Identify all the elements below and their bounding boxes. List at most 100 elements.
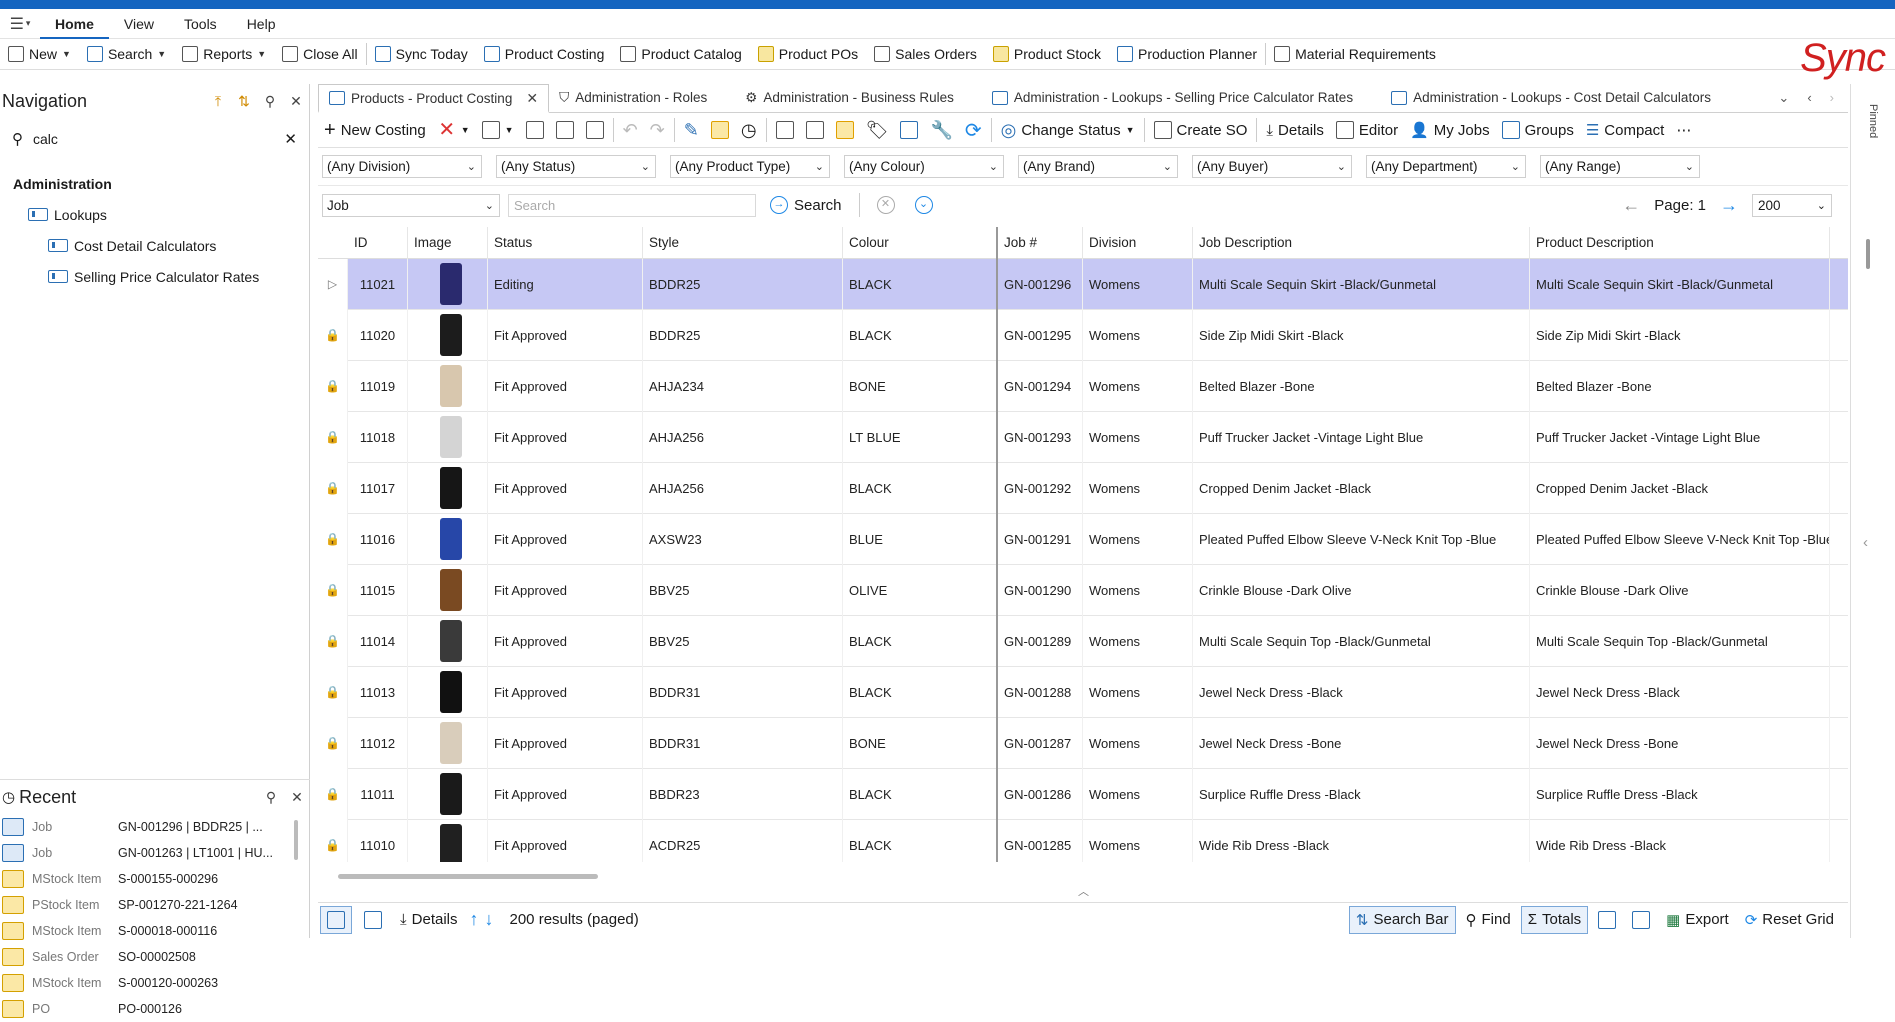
chevron-left-icon[interactable]: ‹ <box>1863 534 1868 551</box>
table-row[interactable]: 🔒 11020 Fit Approved BDDR25 BLACK GN-001295 Wo… <box>318 309 1848 361</box>
table-row[interactable]: 🔒 11014 Fit Approved BBV25 BLACK GN-001289 Wom… <box>318 615 1848 667</box>
table-row[interactable]: 🔒 11018 Fit Approved AHJA256 LT BLUE GN-00129… <box>318 411 1848 463</box>
tree-item-administration[interactable]: Administration <box>0 168 309 199</box>
reports-button[interactable]: Reports ▼ <box>174 39 274 70</box>
chevron-left-icon[interactable]: ‹ <box>1807 90 1811 106</box>
column-header[interactable]: Status <box>488 227 643 259</box>
expand-search-button[interactable]: ⌄ <box>909 196 939 214</box>
product-costing-button[interactable]: Product Costing <box>476 39 613 70</box>
arrow-up-icon[interactable]: ↑ <box>470 909 479 930</box>
recent-scrollbar[interactable] <box>294 820 298 860</box>
column-header[interactable]: Job Description <box>1193 227 1530 259</box>
tag-button[interactable]: 🏷 <box>860 113 895 148</box>
close-icon[interactable]: ✕ <box>284 789 310 806</box>
document-button[interactable] <box>800 113 830 148</box>
status-details-button[interactable]: ⤓ Details <box>394 906 464 934</box>
column-header[interactable]: Job # <box>998 227 1083 259</box>
app-menu-button[interactable]: ☰ ▾ <box>0 14 40 34</box>
my-jobs-button[interactable]: 👤 My Jobs <box>1404 113 1496 148</box>
search-button[interactable]: Search ▼ <box>79 39 174 70</box>
column-header[interactable]: Division <box>1083 227 1193 259</box>
more-button[interactable]: ⋯ <box>1670 113 1697 148</box>
tree-item-lookups[interactable]: Lookups <box>0 199 309 230</box>
menu-home[interactable]: Home <box>40 9 109 39</box>
column-header[interactable]: ID <box>348 227 408 259</box>
arrow-down-icon[interactable]: ↓ <box>485 909 494 930</box>
menu-tools[interactable]: Tools <box>169 9 232 39</box>
search-bar-button[interactable]: ⇅ Search Bar <box>1348 905 1456 934</box>
export-button[interactable]: ▦ Export <box>1660 906 1735 934</box>
pin-icon[interactable]: ⚲ <box>257 93 283 110</box>
pinned-panel-tab[interactable]: Pinned <box>1867 104 1879 138</box>
change-status-button[interactable]: ◎ Change Status ▼ <box>995 113 1141 148</box>
details-button[interactable]: ⤓ Details <box>1260 113 1330 148</box>
clear-search-icon[interactable]: ✕ <box>284 130 297 148</box>
grid-horizontal-scrollbar[interactable] <box>338 874 598 879</box>
close-icon[interactable]: ✕ <box>283 93 309 110</box>
tab-business-rules[interactable]: ⚙ Administration - Business Rules <box>717 83 964 112</box>
collapse-detail-icon[interactable]: ︿ <box>1078 883 1089 899</box>
clear-search-button[interactable]: ✕ <box>871 196 901 214</box>
totals-button[interactable]: Σ Totals <box>1520 905 1589 934</box>
column-header[interactable]: Image <box>408 227 488 259</box>
material-requirements-button[interactable]: Material Requirements <box>1266 39 1444 70</box>
table-row[interactable]: 🔒 11017 Fit Approved AHJA256 BLACK GN-001292 W… <box>318 462 1848 514</box>
table-row[interactable]: 🔒 11013 Fit Approved BDDR31 BLACK GN-001288 Wo… <box>318 666 1848 718</box>
next-page-icon[interactable]: → <box>1720 195 1738 216</box>
table-row[interactable]: 🔒 11019 Fit Approved AHJA234 BONE GN-001294 Wo… <box>318 360 1848 412</box>
previous-page-icon[interactable]: ← <box>1622 195 1640 216</box>
row-expand-icon[interactable]: ▷ <box>318 258 348 310</box>
new-costing-button[interactable]: + New Costing <box>318 113 432 148</box>
column-header[interactable]: Colour <box>843 227 998 259</box>
copy-dropdown-button[interactable]: ▼ <box>476 113 520 148</box>
tab-roles[interactable]: ⛉ Administration - Roles <box>549 83 717 112</box>
print-button[interactable] <box>580 113 610 148</box>
recent-item[interactable]: Sales Order SO-00002508 <box>0 944 310 970</box>
print-preview-button[interactable] <box>1626 906 1656 934</box>
new-button[interactable]: New ▼ <box>0 39 79 70</box>
tree-item-selling-price-calculator-rates[interactable]: Selling Price Calculator Rates <box>0 261 309 292</box>
product-stock-button[interactable]: Product Stock <box>985 39 1109 70</box>
menu-help[interactable]: Help <box>232 9 291 39</box>
recent-item[interactable]: Job GN-001296 | BDDR25 | ... <box>0 814 310 840</box>
history-button[interactable]: ◷ <box>735 113 763 148</box>
transfer-button[interactable] <box>830 113 860 148</box>
delete-button[interactable]: ✕ ▼ <box>432 113 476 148</box>
table-row[interactable]: 🔒 11010 Fit Approved ACDR25 BLACK GN-001285 Wo… <box>318 819 1848 862</box>
edit-button[interactable]: ✎ <box>678 113 705 148</box>
reset-grid-button[interactable]: ⟳ Reset Grid <box>1739 906 1840 934</box>
table-row[interactable]: 🔒 11016 Fit Approved AXSW23 BLUE GN-001291 Wom… <box>318 513 1848 565</box>
groups-button[interactable]: Groups <box>1496 113 1580 148</box>
expand-tree-icon[interactable]: ⇅ <box>231 93 257 110</box>
search-submit-button[interactable]: → Search <box>764 196 848 214</box>
create-so-button[interactable]: Create SO <box>1148 113 1254 148</box>
recent-item[interactable]: MStock Item S-000018-000116 <box>0 918 310 944</box>
filter-select[interactable]: (Any Division) ⌄ <box>322 155 482 178</box>
navigation-search-input[interactable]: calc <box>33 131 274 147</box>
tab-selling-price-calculator-rates[interactable]: Administration - Lookups - Selling Price… <box>964 83 1363 112</box>
recent-item[interactable]: MStock Item S-000155-000296 <box>0 866 310 892</box>
table-row[interactable]: 🔒 11012 Fit Approved BDDR31 BONE GN-001287 Wom… <box>318 717 1848 769</box>
recent-item[interactable]: Job GN-001263 | LT1001 | HU... <box>0 840 310 866</box>
navigation-search[interactable]: ⚲ calc ✕ <box>0 124 309 154</box>
tree-item-cost-detail-calculators[interactable]: Cost Detail Calculators <box>0 230 309 261</box>
menu-view[interactable]: View <box>109 9 169 39</box>
close-all-button[interactable]: Close All <box>274 39 365 70</box>
production-planner-button[interactable]: Production Planner <box>1109 39 1265 70</box>
filter-select[interactable]: (Any Product Type) ⌄ <box>670 155 830 178</box>
table-row[interactable]: ▷ 11021 Editing BDDR25 BLACK GN-001296 Womens M… <box>318 258 1848 310</box>
open-button[interactable] <box>705 113 735 148</box>
filter-select[interactable]: (Any Brand) ⌄ <box>1018 155 1178 178</box>
filter-select[interactable]: (Any Status) ⌄ <box>496 155 656 178</box>
table-row[interactable]: 🔒 11015 Fit Approved BBV25 OLIVE GN-001290 Wom… <box>318 564 1848 616</box>
image-button[interactable] <box>770 113 800 148</box>
chevron-right-icon[interactable]: › <box>1830 90 1834 106</box>
product-pos-button[interactable]: Product POs <box>750 39 866 70</box>
recent-item[interactable]: PO PO-000126 <box>0 996 310 1022</box>
filter-select[interactable]: (Any Buyer) ⌄ <box>1192 155 1352 178</box>
product-catalog-button[interactable]: Product Catalog <box>612 39 749 70</box>
recent-item[interactable]: PStock Item SP-001270-221-1264 <box>0 892 310 918</box>
cost-button[interactable] <box>894 113 924 148</box>
undo-button[interactable]: ↶ <box>617 113 644 148</box>
list-view-button[interactable] <box>320 905 352 934</box>
